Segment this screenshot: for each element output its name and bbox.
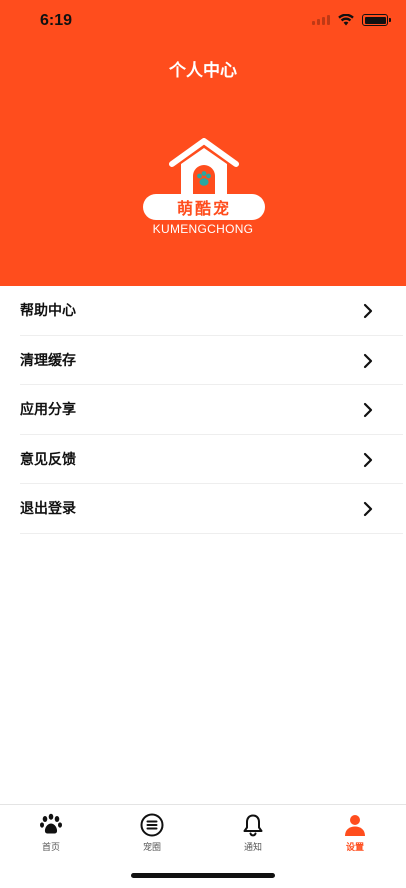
battery-icon <box>362 14 391 26</box>
menu-item-label: 应用分享 <box>20 402 76 419</box>
tab-label: 首页 <box>41 843 60 853</box>
menu-item-feedback[interactable]: 意见反馈 <box>20 435 403 484</box>
status-icons <box>312 14 391 26</box>
menu-item-label: 意见反馈 <box>20 451 76 468</box>
menu-item-share-app[interactable]: 应用分享 <box>20 385 403 435</box>
paw-icon <box>40 813 62 834</box>
house-icon <box>169 138 239 196</box>
tab-label: 宠圈 <box>142 843 161 853</box>
chevron-right-icon <box>363 501 373 517</box>
logo-subtitle: KUMENGCHONG <box>152 222 254 236</box>
tab-home[interactable]: 首页 <box>11 813 91 853</box>
chevron-right-icon <box>363 452 373 467</box>
person-icon <box>345 815 365 836</box>
menu-item-label: 帮助中心 <box>20 303 76 320</box>
chevron-right-icon <box>363 353 373 368</box>
wifi-icon <box>338 14 354 26</box>
list-circle-icon <box>140 813 164 837</box>
tab-settings[interactable]: 设置 <box>315 813 395 853</box>
tab-label: 设置 <box>345 843 364 853</box>
app-logo: 萌酷宠 <box>143 138 265 224</box>
logo-text: 萌酷宠 <box>143 194 265 220</box>
bell-icon <box>243 814 263 837</box>
chevron-right-icon <box>363 303 373 319</box>
tab-label: 通知 <box>243 843 262 853</box>
menu-item-logout[interactable]: 退出登录 <box>20 484 403 534</box>
cellular-signal-icon <box>312 15 330 25</box>
chevron-right-icon <box>363 402 373 418</box>
tab-notifications[interactable]: 通知 <box>213 813 293 853</box>
settings-menu: 帮助中心 清理缓存 应用分享 意见反馈 退出登录 <box>0 286 406 534</box>
home-indicator <box>131 873 275 878</box>
status-time: 6:19 <box>40 12 73 29</box>
menu-item-label: 清理缓存 <box>20 352 76 369</box>
status-bar: 6:19 <box>0 0 406 44</box>
menu-item-help-center[interactable]: 帮助中心 <box>20 286 403 336</box>
tab-pet-circle[interactable]: 宠圈 <box>112 813 192 853</box>
menu-item-clear-cache[interactable]: 清理缓存 <box>20 336 403 385</box>
header: 6:19 个人中心 萌酷宠 KUMENGCHONG <box>0 0 406 286</box>
menu-item-label: 退出登录 <box>20 501 76 518</box>
page-title: 个人中心 <box>169 61 237 81</box>
